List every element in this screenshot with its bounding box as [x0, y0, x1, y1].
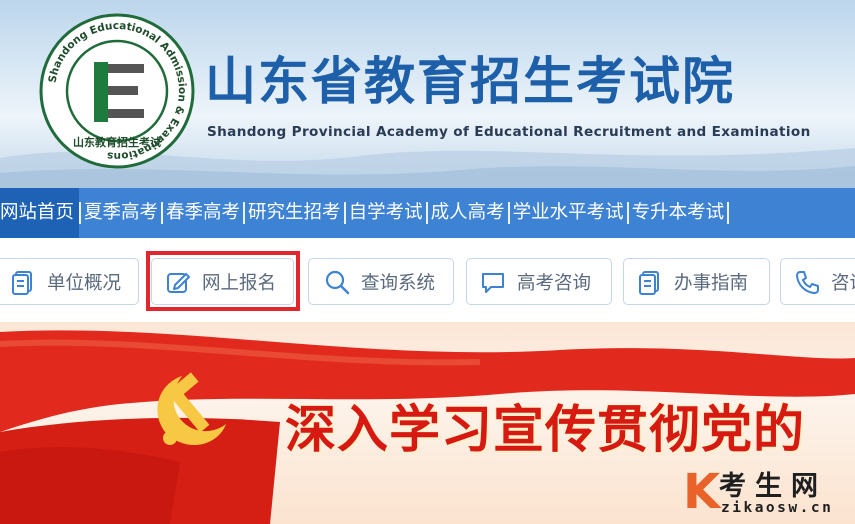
edit-icon [164, 268, 192, 296]
nav-item-graduate-exam[interactable]: 研究生招考 [245, 188, 344, 238]
quick-link-label: 办事指南 [674, 272, 749, 294]
nav-item-adult-gaokao[interactable]: 成人高考 [428, 188, 508, 238]
page: Shandong Educational Admission & Examina… [0, 0, 855, 524]
party-emblem-icon [157, 372, 226, 446]
phone-icon [793, 268, 821, 296]
document-icon [636, 268, 664, 296]
nav-item-spring-gaokao[interactable]: 春季高考 [163, 188, 243, 238]
quick-link-label: 网上报名 [202, 272, 277, 294]
nav-divider [727, 202, 730, 224]
quick-link-consultation[interactable]: 咨询 [780, 258, 855, 305]
search-icon [323, 268, 351, 296]
quick-link-label: 单位概况 [47, 272, 122, 294]
nav-divider [343, 202, 346, 224]
quick-link-label: 查询系统 [361, 272, 436, 294]
document-icon [9, 268, 37, 296]
nav-divider [626, 202, 629, 224]
nav-divider [79, 202, 82, 224]
chat-icon [479, 268, 507, 296]
quick-link-online-registration[interactable]: 网上报名 [151, 258, 294, 305]
nav-divider [507, 202, 510, 224]
quick-links: 单位概况 网上报名 查询系统 高考咨询 办事指南 咨 [0, 238, 855, 322]
watermark-cn: 考生网 [719, 471, 827, 502]
nav-item-summer-gaokao[interactable]: 夏季高考 [81, 188, 161, 238]
site-title: 山东省教育招生考试院 [205, 53, 736, 112]
nav-item-self-study-exam[interactable]: 自学考试 [346, 188, 426, 238]
main-nav: 网站首页 夏季高考 春季高考 研究生招考 自学考试 成人高考 学业水平考试 专升… [0, 188, 855, 238]
quick-link-label: 咨询 [831, 272, 855, 294]
quick-link-unit-overview[interactable]: 单位概况 [0, 258, 139, 305]
quick-link-query-system[interactable]: 查询系统 [308, 258, 454, 305]
quick-link-service-guide[interactable]: 办事指南 [623, 258, 770, 305]
site-logo[interactable]: Shandong Educational Admission & Examina… [38, 12, 196, 170]
quick-link-gaokao-consult[interactable]: 高考咨询 [466, 258, 612, 305]
watermark: K 考生网 zikaosw.cn [683, 462, 855, 524]
banner-slogan: 深入学习宣传贯彻党的 [285, 400, 806, 460]
watermark-k-logo: K [683, 464, 721, 520]
nav-divider [161, 202, 164, 224]
nav-item-home[interactable]: 网站首页 [0, 188, 80, 238]
nav-divider [425, 202, 428, 224]
site-subtitle: Shandong Provincial Academy of Education… [207, 124, 811, 140]
quick-link-label: 高考咨询 [517, 272, 592, 294]
logo-bottom-text: 山东教育招生考试 [73, 135, 161, 149]
site-header: Shandong Educational Admission & Examina… [0, 0, 855, 188]
watermark-url: zikaosw.cn [721, 500, 834, 516]
nav-divider [243, 202, 246, 224]
nav-item-upgrade-exam[interactable]: 专升本考试 [629, 188, 728, 238]
nav-item-proficiency-exam[interactable]: 学业水平考试 [510, 188, 627, 238]
